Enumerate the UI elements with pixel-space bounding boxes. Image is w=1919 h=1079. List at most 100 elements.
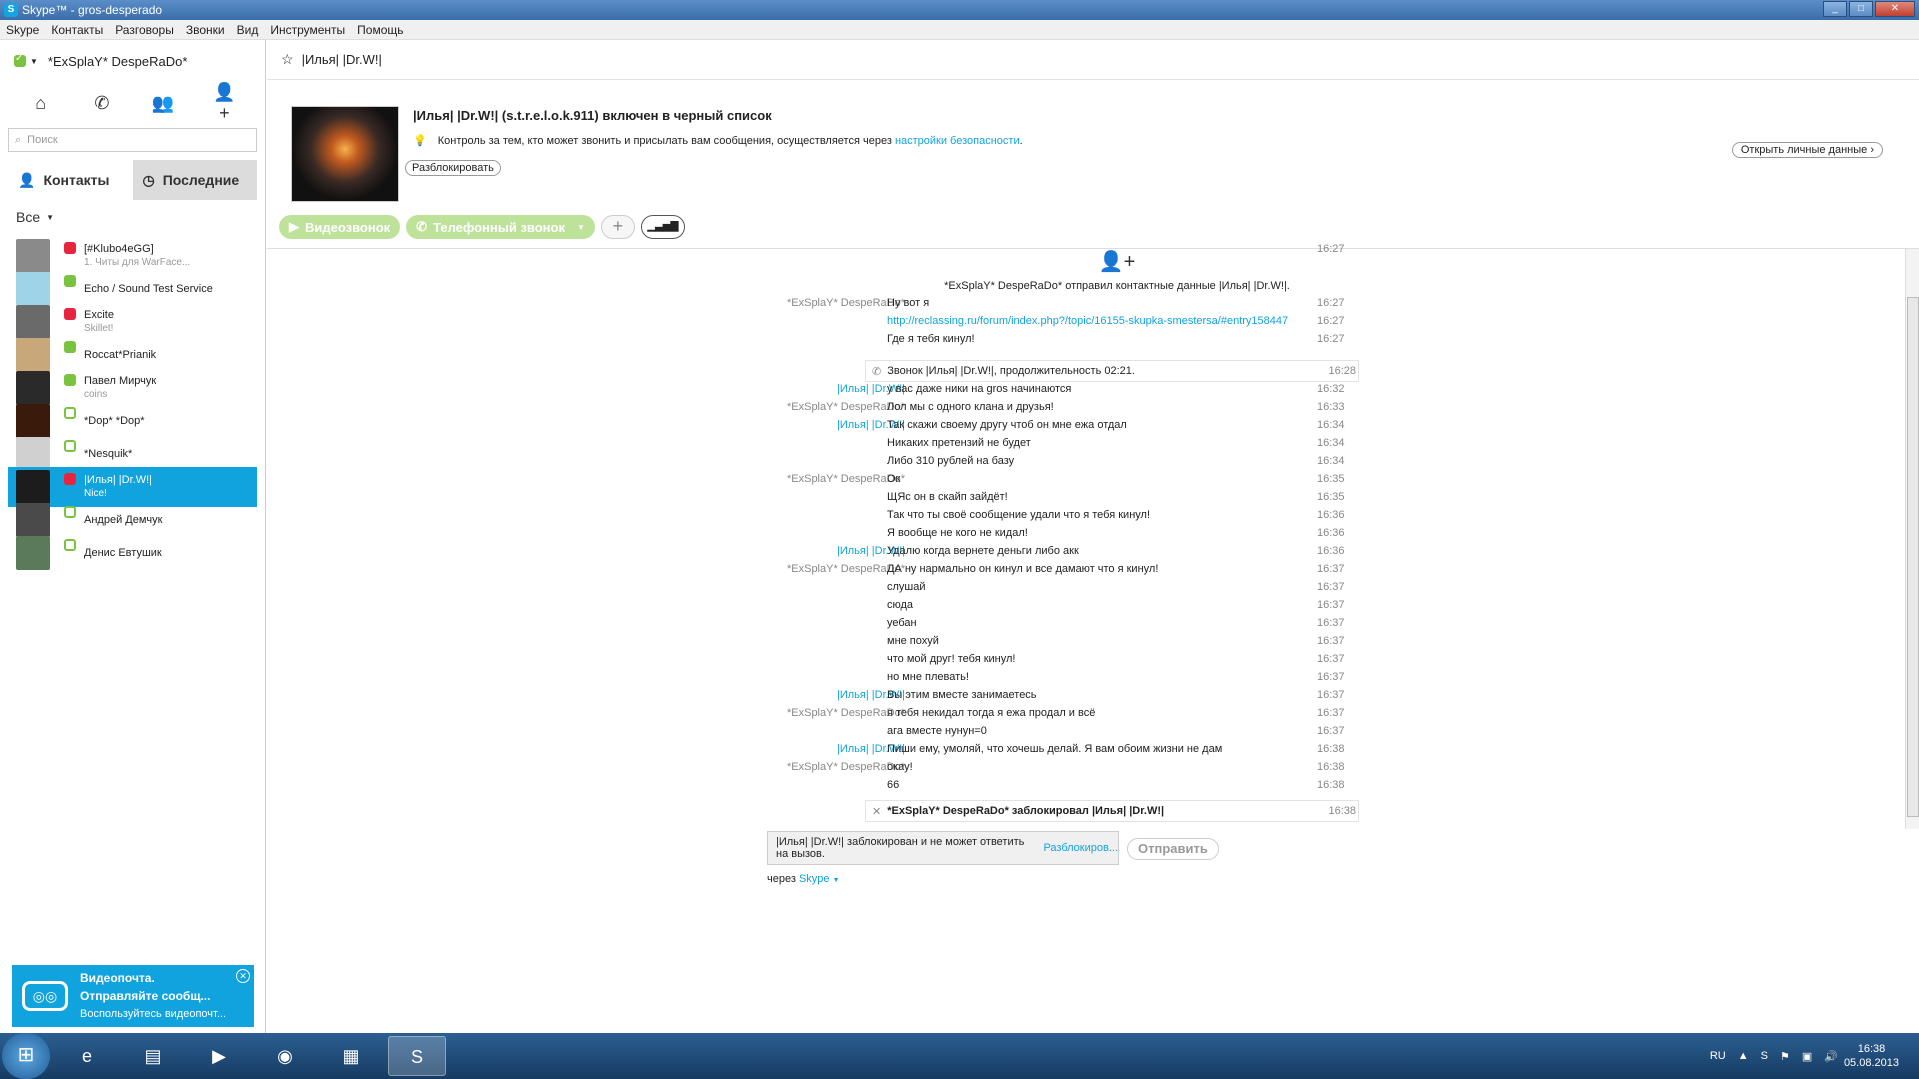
status-icon [64,308,76,320]
unblock-button[interactable]: Разблокировать [405,160,501,176]
firefox-icon[interactable]: ◉ [256,1036,314,1076]
star-icon[interactable]: ☆ [281,51,294,68]
message-composer[interactable]: |Илья| |Dr.W!| заблокирован и не может о… [767,831,1119,865]
menu-bar: Skype Контакты Разговоры Звонки Вид Инст… [0,20,1919,40]
add-contact-icon[interactable]: 👤+ [208,82,240,124]
window-title: Skype™ - gros-desperado [22,3,163,17]
menu-calls[interactable]: Звонки [180,23,231,37]
media-player-icon[interactable]: ▶ [190,1036,248,1076]
contact-item[interactable]: Денис Евтушик [8,533,257,573]
message-text[interactable]: http://reclassing.ru/forum/index.php?/to… [887,315,1288,327]
message-text: Пиши ему, умоляй, что хочешь делай. Я ва… [887,743,1223,755]
nav-icons: ⌂ ✆ 👥 👤+ [0,82,265,124]
chevron-down-icon[interactable]: ▼ [833,877,840,884]
search-input[interactable]: ⌕ Поиск [8,128,257,152]
unblock-link[interactable]: Разблокиров... [1043,842,1118,854]
message-time: 16:37 [1317,671,1345,683]
message-text: слушай [887,581,926,593]
tab-recent[interactable]: ◷ Последние [132,160,257,200]
search-icon: ⌕ [15,133,22,146]
tray-arrow-icon[interactable]: ▲ [1738,1050,1749,1062]
contact-name: Echo / Sound Test Service [84,283,213,295]
message-row: ага вместе нунун=0 16:37 [267,725,1919,743]
flag-icon[interactable]: ⚑ [1780,1050,1790,1063]
message-time: 16:36 [1317,509,1345,521]
message-text: ага вместе нунун=0 [887,725,987,737]
menu-skype[interactable]: Skype [0,23,45,37]
phone-icon[interactable]: ✆ [86,93,118,114]
message-row: http://reclassing.ru/forum/index.php?/to… [267,315,1919,333]
message-row: *ExSplaY* DespeRaDo* Лол мы с одного клан… [267,401,1919,419]
message-text: Я вообще не кого не кидал! [887,527,1028,539]
status-icon [64,407,76,419]
menu-contacts[interactable]: Контакты [45,23,109,37]
clock[interactable]: 16:38 05.08.2013 [1844,1042,1899,1070]
contact-name: Excite [84,309,114,321]
send-via: через Skype ▼ [767,873,840,885]
start-button[interactable]: ⊞ [2,1033,50,1079]
message-row: слушай 16:37 [267,581,1919,599]
volume-icon[interactable]: 🔊 [1824,1050,1838,1063]
message-text: 66 [887,779,900,791]
via-skype-link[interactable]: Skype [799,873,830,885]
message-time: 16:37 [1317,653,1345,665]
menu-help[interactable]: Помощь [351,23,409,37]
skype-tray-icon[interactable]: S [1761,1050,1768,1062]
message-text: ЩЯс он в скайп зайдёт! [887,491,1008,503]
send-button[interactable]: Отправить [1127,838,1219,860]
language-indicator[interactable]: RU [1710,1050,1726,1062]
open-profile-button[interactable]: Открыть личные данные › [1731,142,1883,158]
network-icon[interactable]: ▣ [1802,1050,1812,1063]
minimize-button[interactable]: _ [1823,1,1847,17]
message-time: 16:27 [1317,315,1345,327]
menu-conversations[interactable]: Разговоры [109,23,180,37]
internet-explorer-icon[interactable]: e [58,1036,116,1076]
close-icon[interactable]: ✕ [236,969,250,983]
clock-time: 16:38 [1857,1043,1886,1055]
tab-contacts[interactable]: 👤 Контакты [8,160,133,200]
message-time: 16:27 [1317,297,1345,309]
blocked-title: |Илья| |Dr.W!| (s.t.r.e.l.o.k.911) включ… [413,108,772,123]
close-icon: ✕ [872,805,882,818]
folder-icon[interactable]: ▤ [124,1036,182,1076]
chat-history[interactable]: 👤+ *ExSplaY* DespeRaDo* отправил контакт… [267,243,1919,829]
videomail-promo[interactable]: ◎◎ Видеопочта. Отправляйте сообщ... Восп… [12,965,254,1027]
lightbulb-icon: 💡 [413,135,427,147]
message-text: что мой друг! тебя кинул! [887,653,1016,665]
chevron-down-icon: ▼ [30,56,38,66]
video-call-button[interactable]: ▶ Видеозвонок [279,215,401,239]
skype-taskbar-icon[interactable]: S [388,1036,446,1076]
conversation-title: |Илья| |Dr.W!| [301,52,382,67]
message-text: Вы этим вместе занимаетесь [887,689,1037,701]
security-settings-link[interactable]: настройки безопасности [895,135,1020,147]
contact-info: *Dop* *Dop* [84,414,145,428]
contact-info: Андрей Демчук [84,513,162,527]
message-text: Либо 310 рублей на базу [887,455,1015,467]
maximize-button[interactable]: □ [1849,1,1873,17]
message-text: Где я тебя кинул! [887,333,975,345]
add-button[interactable]: + [600,215,635,239]
message-link[interactable]: http://reclassing.ru/forum/index.php?/to… [887,315,1288,327]
chat-scrollbar[interactable] [1905,249,1919,829]
message-text: сюда [887,599,914,611]
scrollbar-thumb[interactable] [1907,297,1919,817]
contact-list: [#Klubo4eGG] 1. Читы для WarFace... Echo /… [0,236,265,573]
message-time: 16:34 [1317,419,1345,431]
phone-call-button[interactable]: ✆ Телефонный звонок ▼ [406,215,595,239]
contact-info: Echo / Sound Test Service [84,282,213,296]
status-icon [64,275,76,287]
window-app-icon[interactable]: ▦ [322,1036,380,1076]
avatar [16,239,50,273]
home-icon[interactable]: ⌂ [25,93,57,114]
message-row: 66 16:38 [267,779,1919,797]
menu-tools[interactable]: Инструменты [264,23,351,37]
profile-status[interactable]: ▼ *ExSplaY* DespeRaDo* [0,40,265,82]
close-button[interactable]: ✕ [1875,1,1915,17]
online-status-icon [14,53,26,67]
menu-view[interactable]: Вид [231,23,265,37]
message-row: *ExSplaY* DespeRaDo* Ок 16:35 [267,473,1919,491]
chevron-down-icon[interactable]: ▼ [577,223,585,232]
signal-quality-icon[interactable]: ▁▃▅▇ [640,215,685,239]
contacts-filter[interactable]: Все ▼ [0,200,265,234]
group-icon[interactable]: 👥 [147,93,179,114]
